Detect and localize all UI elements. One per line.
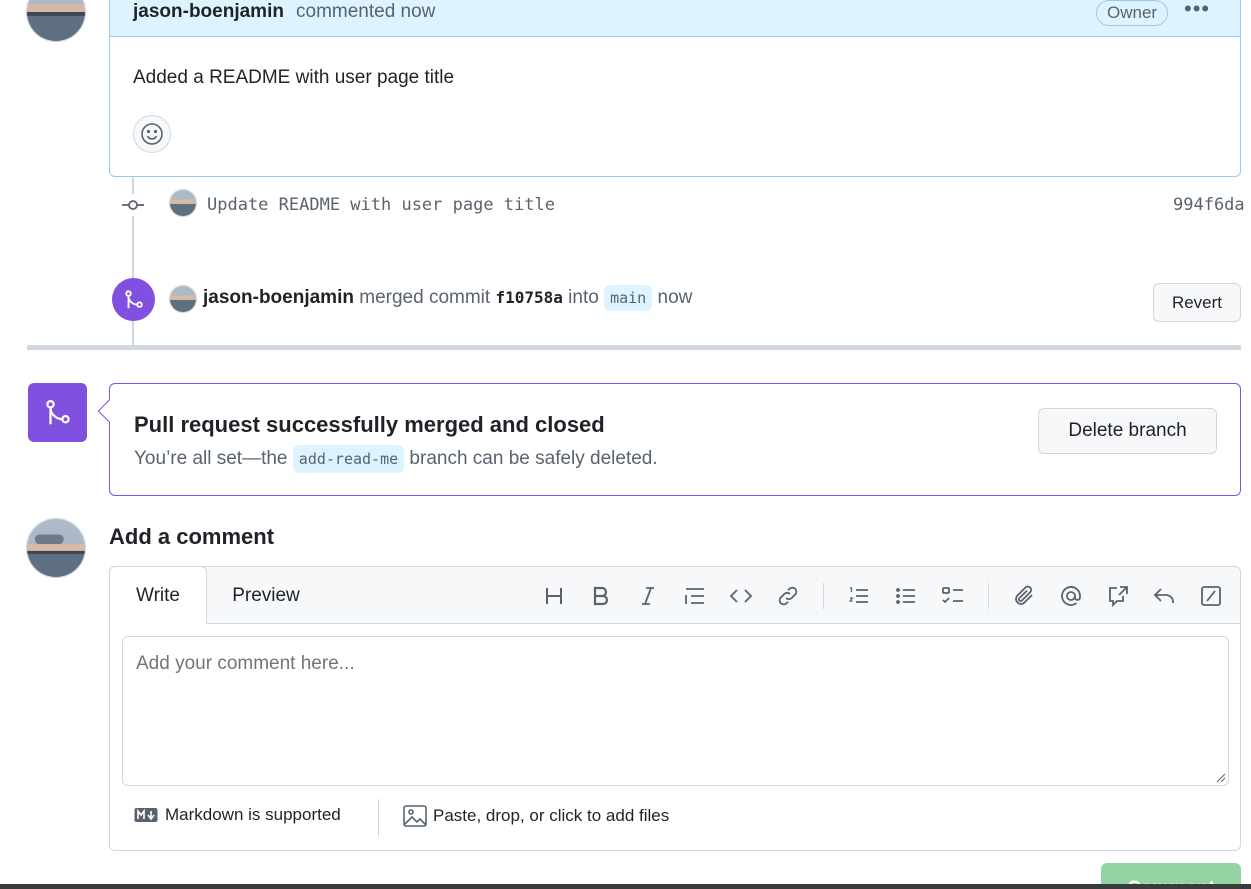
merged-title: Pull request successfully merged and clo… — [134, 412, 605, 437]
comment-meta: commented now — [296, 1, 436, 22]
footer-separator — [378, 799, 379, 837]
merge-time: now — [657, 287, 693, 308]
bold-icon[interactable] — [587, 582, 615, 610]
toolbar-separator — [988, 583, 989, 609]
italic-icon[interactable] — [634, 582, 662, 610]
quote-icon[interactable] — [681, 582, 709, 610]
timeline-divider — [27, 345, 1241, 350]
attach-files-link[interactable]: Paste, drop, or click to add files — [403, 805, 669, 827]
merged-status-box: Pull request successfully merged and clo… — [109, 383, 1241, 496]
attach-files-label: Paste, drop, or click to add files — [433, 806, 670, 825]
owner-badge: Owner — [1096, 0, 1169, 26]
comment-header: jason-boenjamin commented now Owner ••• — [110, 0, 1240, 37]
git-commit-icon — [121, 194, 145, 216]
markdown-icon — [134, 808, 158, 822]
revert-button[interactable]: Revert — [1153, 283, 1241, 322]
commit-sha-link[interactable]: 994f6da — [1173, 195, 1245, 215]
comment-author-link[interactable]: jason-boenjamin — [133, 1, 284, 23]
window-bottom-edge — [0, 884, 1251, 889]
code-icon[interactable] — [727, 582, 755, 610]
comment-card: jason-boenjamin commented now Owner ••• … — [109, 0, 1241, 177]
merged-subtitle: You’re all set—the add-read-me branch ca… — [134, 445, 658, 473]
slash-command-icon[interactable] — [1197, 582, 1225, 610]
avatar[interactable] — [169, 189, 197, 217]
delete-branch-button[interactable]: Delete branch — [1038, 408, 1217, 454]
merged-sub-suffix: branch can be safely deleted. — [409, 448, 658, 469]
mention-icon[interactable] — [1057, 582, 1085, 610]
resize-handle-icon[interactable] — [1216, 773, 1226, 783]
smiley-icon — [141, 123, 163, 145]
comment-editor: Write Preview Add your comment here... M… — [109, 566, 1241, 851]
task-list-icon[interactable] — [939, 582, 967, 610]
attach-file-icon[interactable] — [1010, 582, 1038, 610]
merge-author-link[interactable]: jason-boenjamin — [203, 287, 354, 308]
comment-input[interactable] — [122, 636, 1229, 786]
markdown-note-label: Markdown is supported — [165, 805, 341, 824]
merge-into: into — [568, 287, 599, 308]
avatar[interactable] — [26, 518, 86, 578]
editor-toolbar: Write Preview — [109, 566, 1240, 624]
heading-icon[interactable] — [540, 582, 568, 610]
merged-sub-prefix: You’re all set—the — [134, 448, 288, 469]
image-icon — [403, 805, 427, 827]
target-branch-link[interactable]: main — [604, 285, 653, 311]
tab-preview[interactable]: Preview — [214, 567, 318, 624]
merge-event-text: jason-boenjamin merged commit f10758a in… — [203, 285, 693, 311]
ordered-list-icon[interactable] — [845, 582, 873, 610]
kebab-menu-icon[interactable]: ••• — [1184, 0, 1210, 20]
toolbar-separator — [823, 583, 824, 609]
git-merge-icon — [45, 399, 70, 424]
add-reaction-button[interactable] — [133, 115, 171, 153]
reply-icon[interactable] — [1150, 582, 1178, 610]
avatar[interactable] — [26, 0, 86, 42]
merge-event-badge — [112, 278, 155, 321]
link-icon[interactable] — [774, 582, 802, 610]
comment-body: Added a README with user page title — [133, 67, 455, 88]
commit-message-link[interactable]: Update README with user page title — [207, 195, 555, 215]
git-merge-icon — [124, 289, 143, 308]
avatar[interactable] — [169, 285, 197, 313]
add-comment-heading: Add a comment — [109, 524, 275, 549]
merge-commit-sha-link[interactable]: f10758a — [495, 288, 562, 307]
cross-reference-icon[interactable] — [1104, 582, 1132, 610]
markdown-note[interactable]: Markdown is supported — [134, 805, 341, 825]
tab-write[interactable]: Write — [109, 566, 207, 624]
head-branch-link[interactable]: add-read-me — [292, 445, 405, 473]
unordered-list-icon[interactable] — [892, 582, 920, 610]
merge-action: merged commit — [359, 287, 491, 308]
merged-status-icon — [28, 383, 87, 442]
